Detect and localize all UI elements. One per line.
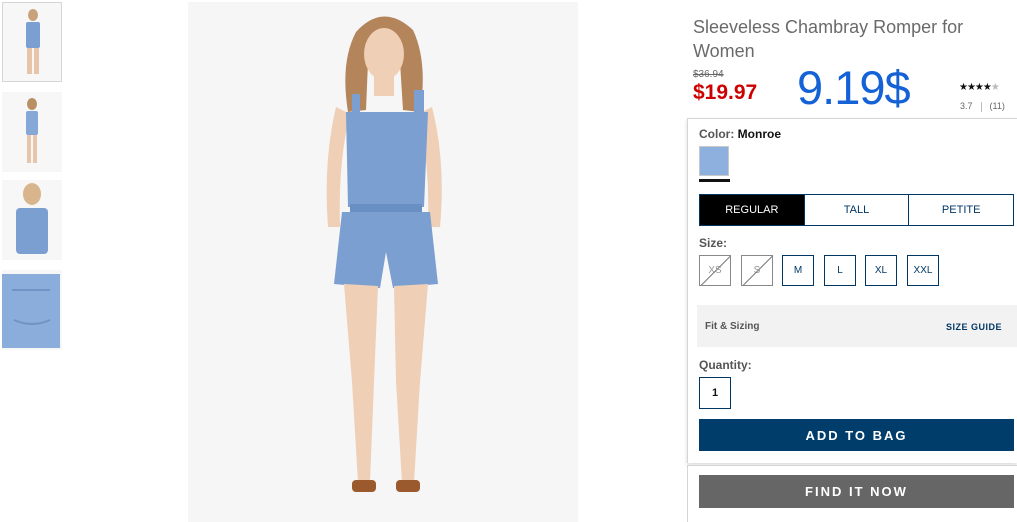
sale-price: $19.97 xyxy=(693,81,758,104)
size-guide-link[interactable]: SIZE GUIDE xyxy=(946,322,1002,332)
main-product-image[interactable] xyxy=(188,2,578,522)
thumbnail-back-view[interactable] xyxy=(2,92,62,172)
quantity-input[interactable]: 1 xyxy=(699,377,731,409)
add-to-bag-button[interactable]: ADD TO BAG xyxy=(699,419,1014,451)
thumbnail-front-image xyxy=(3,3,61,81)
thumbnail-front-view[interactable] xyxy=(2,2,62,82)
product-options-panel xyxy=(687,118,1017,463)
rating-value: 3.7 xyxy=(960,101,973,111)
original-price: $36.94 xyxy=(693,69,724,80)
review-count-link[interactable]: (11) xyxy=(990,101,1005,111)
tab-petite[interactable]: PETITE xyxy=(908,195,1013,225)
tab-tall[interactable]: TALL xyxy=(803,195,909,225)
fit-sizing-bar: Fit & Sizing SIZE GUIDE xyxy=(697,305,1017,347)
rating-filled-stars: ★★★★ xyxy=(959,82,992,93)
rating-empty-star: ★ xyxy=(990,82,1000,93)
fit-sizing-label: Fit & Sizing xyxy=(705,321,760,332)
size-label: Size: xyxy=(699,236,728,250)
color-label: Color: Monroe xyxy=(699,127,781,141)
tab-regular[interactable]: REGULAR xyxy=(700,195,804,225)
color-value: Monroe xyxy=(737,127,782,141)
size-option-m[interactable]: M xyxy=(782,255,814,286)
size-option-xxl[interactable]: XXL xyxy=(907,255,939,286)
fit-type-tabs: REGULAR TALL PETITE xyxy=(699,194,1014,226)
thumbnail-detail-image xyxy=(2,270,62,350)
selected-swatch-indicator xyxy=(699,179,730,182)
size-option-l[interactable]: L xyxy=(824,255,856,286)
find-it-now-button[interactable]: FIND IT NOW xyxy=(699,475,1014,508)
overlay-price: 9.19$ xyxy=(797,61,911,114)
rating-meta: 3.7 (11) xyxy=(960,101,1005,112)
rating-stars-icon[interactable]: ★★★★★ xyxy=(959,82,1000,93)
size-option-xl[interactable]: XL xyxy=(865,255,897,286)
thumbnail-detail-view[interactable] xyxy=(2,270,62,350)
quantity-label: Quantity: xyxy=(699,358,752,372)
rating-divider xyxy=(980,101,982,112)
size-option-s[interactable]: S xyxy=(741,255,773,286)
thumbnail-closeup-image xyxy=(2,180,62,260)
size-option-xs[interactable]: XS xyxy=(699,255,731,286)
model-illustration xyxy=(188,2,578,522)
color-swatch-monroe[interactable] xyxy=(699,146,729,176)
thumbnail-closeup-view[interactable] xyxy=(2,180,62,260)
thumbnail-back-image xyxy=(2,92,62,172)
color-label-prefix: Color: xyxy=(699,127,735,141)
product-title: Sleeveless Chambray Romper for Women xyxy=(693,17,964,61)
